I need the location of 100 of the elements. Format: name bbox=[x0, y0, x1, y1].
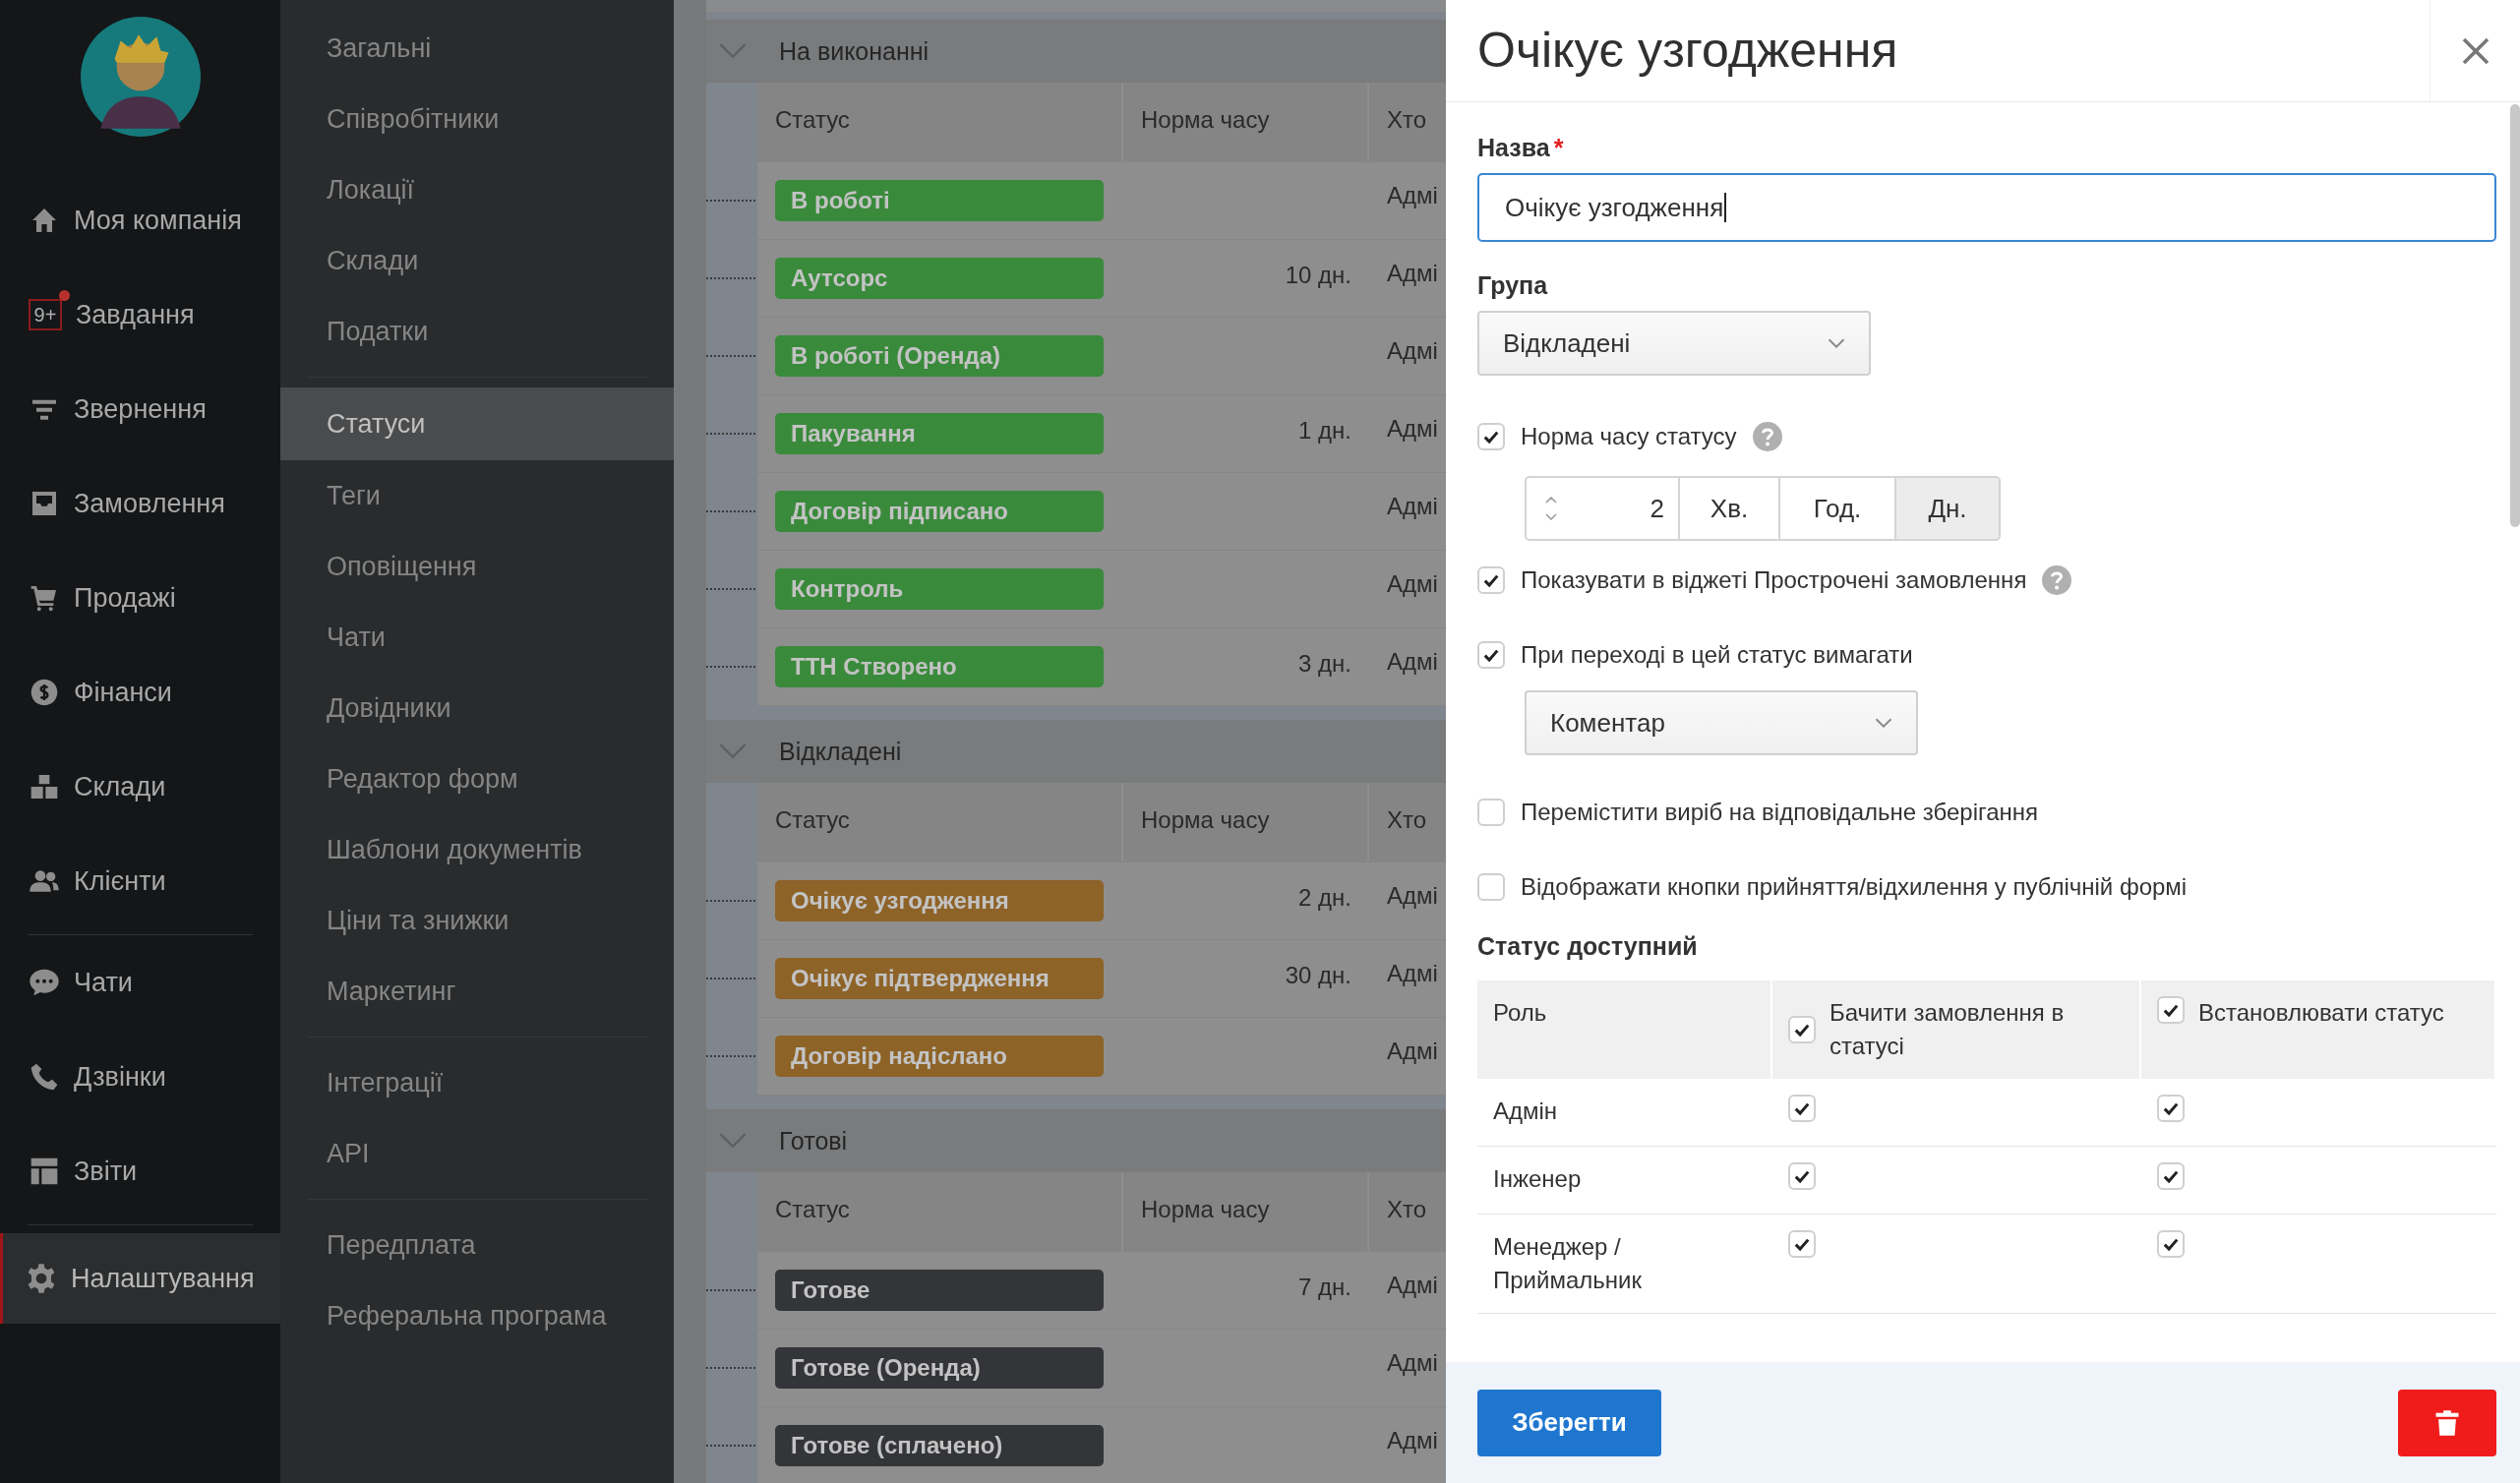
role-text: Адмі bbox=[1387, 415, 1438, 443]
close-icon bbox=[2460, 35, 2490, 66]
settings-menu-item[interactable]: Чати bbox=[280, 602, 674, 673]
nav-icon bbox=[29, 1061, 60, 1093]
checkbox[interactable] bbox=[1477, 423, 1505, 450]
settings-menu-item[interactable]: Оповіщення bbox=[280, 531, 674, 602]
time-norm: 7 дн. bbox=[1298, 1274, 1351, 1301]
checkbox[interactable] bbox=[1477, 799, 1505, 826]
nav-item[interactable]: Склади bbox=[0, 740, 280, 834]
column-header: Бачити замовлення в статусі bbox=[1830, 998, 2066, 1061]
unit-toggle[interactable]: Хв. bbox=[1680, 476, 1780, 541]
status-badge[interactable]: Контроль bbox=[775, 568, 1104, 610]
group-name: Відкладені bbox=[779, 737, 902, 766]
nav-item[interactable]: Чати bbox=[0, 935, 280, 1030]
status-badge[interactable]: В роботі (Оренда) bbox=[775, 335, 1104, 377]
settings-menu-item[interactable]: Реферальна програма bbox=[280, 1280, 674, 1351]
nav-item[interactable]: Дзвінки bbox=[0, 1030, 280, 1124]
nav-item[interactable]: Фінанси bbox=[0, 645, 280, 740]
checkbox[interactable] bbox=[1477, 873, 1505, 901]
settings-menu-item[interactable]: Співробітники bbox=[280, 84, 674, 154]
nav-icon bbox=[26, 1263, 57, 1294]
nav-item[interactable]: Звіти bbox=[0, 1124, 280, 1218]
nav-item[interactable]: Звернення bbox=[0, 362, 280, 456]
role-name: Адмін bbox=[1493, 1097, 1559, 1126]
checkbox[interactable] bbox=[1788, 1230, 1816, 1258]
delete-button[interactable] bbox=[2398, 1389, 2496, 1456]
save-button[interactable]: Зберегти bbox=[1477, 1389, 1661, 1456]
unit-toggle[interactable]: Год. bbox=[1780, 476, 1896, 541]
number-spinner[interactable]: 2 bbox=[1525, 476, 1680, 541]
status-badge[interactable]: Договір підписано bbox=[775, 491, 1104, 532]
settings-menu-item[interactable]: Локації bbox=[280, 154, 674, 225]
status-badge[interactable]: В роботі bbox=[775, 180, 1104, 221]
field-label: Назва bbox=[1477, 134, 1550, 163]
time-norm: 2 дн. bbox=[1298, 884, 1351, 912]
nav-item[interactable]: 9+ Завдання bbox=[0, 267, 280, 362]
role-text: Адмі bbox=[1387, 260, 1438, 287]
column-header: Хто bbox=[1386, 105, 1428, 135]
column-header: Хто bbox=[1386, 1195, 1428, 1224]
group-name: Готові bbox=[779, 1126, 848, 1156]
column-header: Встановлювати статус bbox=[2198, 998, 2444, 1028]
nav-item[interactable]: Клієнти bbox=[0, 834, 280, 928]
checkbox[interactable] bbox=[1788, 1016, 1816, 1043]
nav-item[interactable]: Налаштування bbox=[0, 1233, 280, 1324]
settings-menu-item[interactable]: Статуси bbox=[280, 387, 674, 460]
status-badge[interactable]: Готове bbox=[775, 1270, 1104, 1311]
role-text: Адмі bbox=[1387, 648, 1438, 676]
status-badge[interactable]: Аутсорс bbox=[775, 258, 1104, 299]
notification-dot bbox=[59, 290, 70, 301]
checkbox-label: Норма часу статусу bbox=[1521, 423, 1737, 450]
nav-item[interactable]: Замовлення bbox=[0, 456, 280, 551]
checkbox[interactable] bbox=[1477, 641, 1505, 669]
trash-icon bbox=[2434, 1408, 2460, 1437]
nav-icon bbox=[29, 677, 60, 708]
role-text: Адмі bbox=[1387, 1038, 1438, 1065]
role-text: Адмі bbox=[1387, 493, 1438, 520]
status-badge[interactable]: Готове (Оренда) bbox=[775, 1347, 1104, 1389]
settings-menu-item[interactable]: Теги bbox=[280, 460, 674, 531]
settings-menu-item[interactable]: Передплата bbox=[280, 1210, 674, 1280]
required-mark: * bbox=[1553, 134, 1564, 163]
status-badge[interactable]: ТТН Створено bbox=[775, 646, 1104, 687]
nav-item[interactable]: Моя компанія bbox=[0, 173, 280, 267]
settings-menu-item[interactable]: Загальні bbox=[280, 13, 674, 84]
status-badge[interactable]: Очікує узгодження bbox=[775, 880, 1104, 921]
role-name: Інженер bbox=[1493, 1164, 1583, 1194]
settings-menu-item[interactable]: Інтеграції bbox=[280, 1047, 674, 1118]
status-badge[interactable]: Пакування bbox=[775, 413, 1104, 454]
status-badge[interactable]: Договір надіслано bbox=[775, 1036, 1104, 1077]
settings-menu-item[interactable]: API bbox=[280, 1118, 674, 1189]
panel-title: Очікує узгодження bbox=[1476, 22, 1899, 80]
settings-menu-item[interactable]: Шаблони документів bbox=[280, 814, 674, 885]
nav-icon bbox=[29, 967, 60, 998]
checkbox[interactable] bbox=[2157, 1095, 2185, 1122]
settings-menu-item[interactable]: Ціни та знижки bbox=[280, 885, 674, 956]
checkbox-label: Відображати кнопки прийняття/відхилення у публічній формі bbox=[1521, 873, 2188, 901]
settings-menu-item[interactable]: Склади bbox=[280, 225, 674, 296]
unit-toggle[interactable]: Дн. bbox=[1896, 476, 2001, 541]
checkbox-label: Перемістити виріб на відповідальне зберігання bbox=[1521, 799, 2039, 826]
name-input[interactable]: Очікує узгодження bbox=[1477, 173, 2496, 242]
time-norm: 1 дн. bbox=[1298, 417, 1351, 445]
status-badge[interactable]: Очікує підтвердження bbox=[775, 958, 1104, 999]
avatar-icon[interactable] bbox=[80, 17, 201, 137]
checkbox[interactable] bbox=[2157, 1230, 2185, 1258]
settings-menu-item[interactable]: Довідники bbox=[280, 673, 674, 743]
scrollbar[interactable] bbox=[2510, 104, 2520, 527]
role-text: Адмі bbox=[1387, 1272, 1438, 1299]
checkbox[interactable] bbox=[2157, 996, 2185, 1024]
nav-icon bbox=[29, 1156, 60, 1187]
nav-item[interactable]: Продажі bbox=[0, 551, 280, 645]
settings-menu-item[interactable]: Податки bbox=[280, 296, 674, 367]
checkbox[interactable] bbox=[1788, 1162, 1816, 1190]
caret-icon bbox=[1828, 338, 1845, 348]
checkbox[interactable] bbox=[1477, 566, 1505, 594]
checkbox[interactable] bbox=[2157, 1162, 2185, 1190]
requirement-select[interactable]: Коментар bbox=[1525, 690, 1918, 755]
group-select[interactable]: Відкладені bbox=[1477, 311, 1871, 376]
checkbox[interactable] bbox=[1788, 1095, 1816, 1122]
role-name: Менеджер / Приймальник bbox=[1493, 1232, 1643, 1295]
status-badge[interactable]: Готове (сплачено) bbox=[775, 1425, 1104, 1466]
settings-menu-item[interactable]: Маркетинг bbox=[280, 956, 674, 1027]
settings-menu-item[interactable]: Редактор форм bbox=[280, 743, 674, 814]
